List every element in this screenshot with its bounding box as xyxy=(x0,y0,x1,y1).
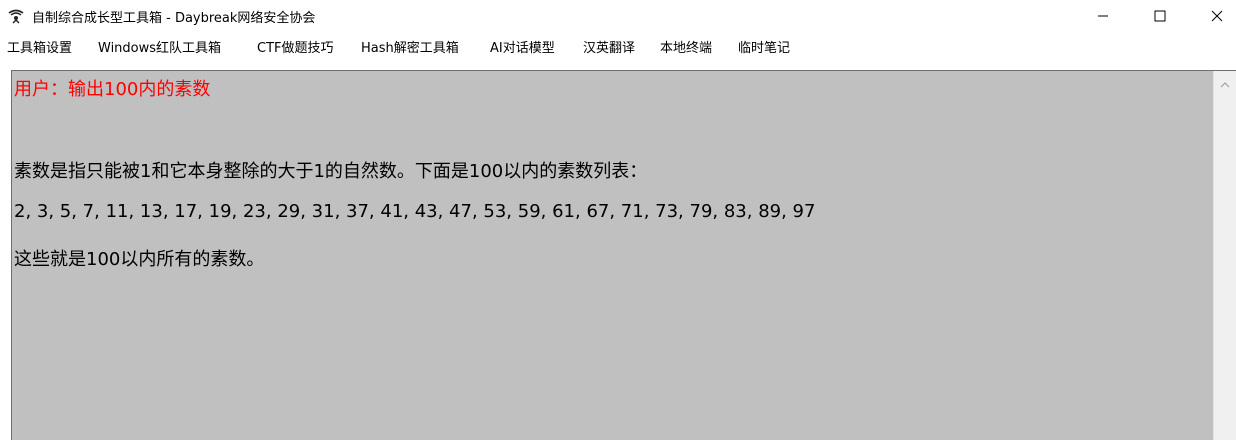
chevron-up-icon xyxy=(1220,73,1230,92)
menu-bar: 工具箱设置 Windows红队工具箱 CTF做题技巧 Hash解密工具箱 AI对… xyxy=(0,33,1236,59)
vertical-scrollbar[interactable] xyxy=(1213,71,1236,440)
minimize-button[interactable] xyxy=(1074,0,1132,32)
prime-list: 2, 3, 5, 7, 11, 13, 17, 19, 23, 29, 31, … xyxy=(14,201,816,222)
menu-item-ai-chat[interactable]: AI对话模型 xyxy=(490,37,555,56)
menu-item-translate[interactable]: 汉英翻译 xyxy=(583,37,635,56)
menu-item-temp-notes[interactable]: 临时笔记 xyxy=(738,37,790,56)
user-message: 用户：输出100内的素数 xyxy=(14,79,211,100)
minimize-icon xyxy=(1097,7,1109,26)
maximize-icon xyxy=(1154,7,1166,26)
maximize-button[interactable] xyxy=(1131,0,1189,32)
close-icon xyxy=(1211,7,1223,26)
close-button[interactable] xyxy=(1188,0,1236,32)
scroll-up-button[interactable] xyxy=(1214,71,1236,93)
title-bar: 自制综合成长型工具箱 - Daybreak网络安全协会 xyxy=(0,0,1236,32)
menu-item-toolbox-settings[interactable]: 工具箱设置 xyxy=(7,37,72,56)
app-logo-icon[interactable] xyxy=(7,8,25,24)
menu-item-local-terminal[interactable]: 本地终端 xyxy=(660,37,712,56)
chat-output-area[interactable]: 用户：输出100内的素数 素数是指只能被1和它本身整除的大于1的自然数。下面是1… xyxy=(11,70,1236,440)
reply-outro: 这些就是100以内所有的素数。 xyxy=(14,249,265,270)
window-title: 自制综合成长型工具箱 - Daybreak网络安全协会 xyxy=(32,11,316,26)
reply-intro: 素数是指只能被1和它本身整除的大于1的自然数。下面是100以内的素数列表： xyxy=(14,161,648,182)
menu-item-ctf-tips[interactable]: CTF做题技巧 xyxy=(257,37,334,56)
menu-item-hash-decrypt[interactable]: Hash解密工具箱 xyxy=(361,37,459,56)
menu-item-windows-redteam[interactable]: Windows红队工具箱 xyxy=(98,37,221,56)
